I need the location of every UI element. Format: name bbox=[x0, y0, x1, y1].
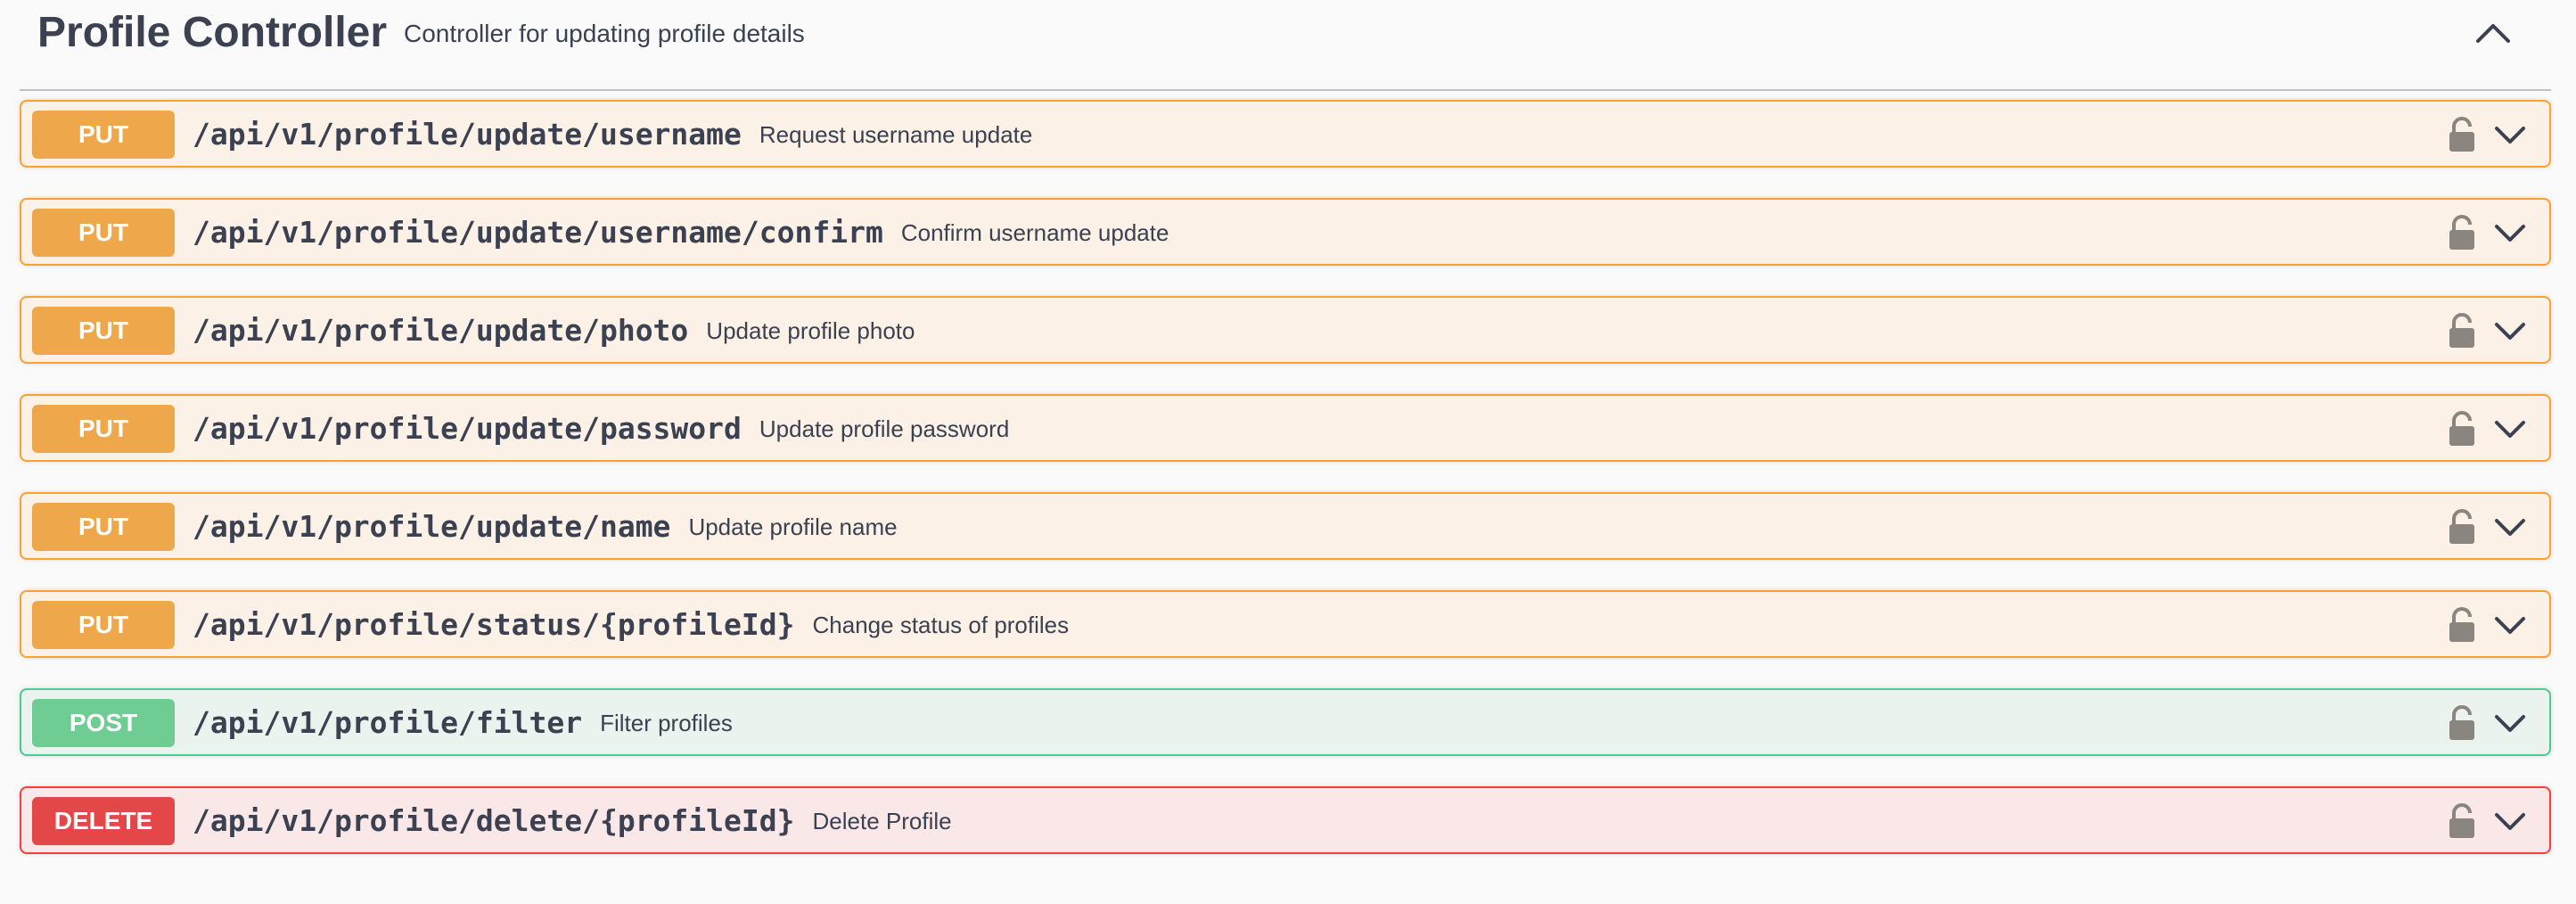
lock-icon[interactable] bbox=[2448, 312, 2476, 349]
section-header[interactable]: Profile Controller Controller for updati… bbox=[20, 0, 2551, 91]
method-badge: PUT bbox=[32, 307, 175, 355]
chevron-up-icon[interactable] bbox=[2471, 12, 2515, 52]
operation-summary[interactable]: PUT /api/v1/profile/update/name Update pr… bbox=[21, 494, 2549, 558]
operation-path-line: /api/v1/profile/update/password Update pr… bbox=[193, 409, 1009, 448]
operation-path-line: /api/v1/profile/delete/{profileId} Delete… bbox=[193, 801, 952, 841]
operation-summary[interactable]: PUT /api/v1/profile/update/photo Update p… bbox=[21, 298, 2549, 362]
method-badge: PUT bbox=[32, 405, 175, 453]
operation-path: /api/v1/profile/update/password bbox=[193, 411, 742, 446]
operation-path: /api/v1/profile/filter bbox=[193, 705, 583, 740]
chevron-down-icon[interactable] bbox=[2492, 316, 2528, 346]
operations-list: PUT /api/v1/profile/update/username Reque… bbox=[20, 100, 2551, 884]
chevron-down-icon[interactable] bbox=[2492, 610, 2528, 640]
method-badge: POST bbox=[32, 699, 175, 747]
operation-summary[interactable]: PUT /api/v1/profile/update/username/conf… bbox=[21, 200, 2549, 264]
operation-summary[interactable]: POST /api/v1/profile/filter Filter profil… bbox=[21, 690, 2549, 754]
lock-icon[interactable] bbox=[2448, 116, 2476, 153]
operation-block: PUT /api/v1/profile/update/password Updat… bbox=[20, 394, 2551, 462]
operation-block: DELETE /api/v1/profile/delete/{profileId… bbox=[20, 786, 2551, 854]
profile-controller-section: Profile Controller Controller for updati… bbox=[20, 0, 2551, 854]
section-description: Controller for updating profile details bbox=[404, 20, 805, 47]
operation-path-line: /api/v1/profile/status/{profileId} Change… bbox=[193, 605, 1069, 645]
method-badge: PUT bbox=[32, 503, 175, 551]
operation-block: PUT /api/v1/profile/update/photo Update p… bbox=[20, 296, 2551, 364]
operation-block: PUT /api/v1/profile/status/{profileId} Ch… bbox=[20, 590, 2551, 658]
operation-block: PUT /api/v1/profile/update/username Reque… bbox=[20, 100, 2551, 168]
operation-summary[interactable]: PUT /api/v1/profile/status/{profileId} Ch… bbox=[21, 592, 2549, 656]
operation-summary[interactable]: PUT /api/v1/profile/update/username Reque… bbox=[21, 102, 2549, 166]
operation-path: /api/v1/profile/status/{profileId} bbox=[193, 607, 795, 642]
lock-icon[interactable] bbox=[2448, 508, 2476, 546]
operation-description: Update profile photo bbox=[706, 317, 915, 344]
operation-description: Filter profiles bbox=[600, 710, 733, 736]
operation-path: /api/v1/profile/update/name bbox=[193, 509, 671, 544]
method-badge: PUT bbox=[32, 209, 175, 257]
lock-icon[interactable] bbox=[2448, 802, 2476, 840]
chevron-down-icon[interactable] bbox=[2492, 218, 2528, 248]
lock-icon[interactable] bbox=[2448, 704, 2476, 742]
chevron-down-icon[interactable] bbox=[2492, 806, 2528, 836]
lock-icon[interactable] bbox=[2448, 214, 2476, 251]
operation-path-line: /api/v1/profile/update/name Update profil… bbox=[193, 507, 898, 547]
operation-path-line: /api/v1/profile/update/username/confirm C… bbox=[193, 213, 1169, 252]
chevron-down-icon[interactable] bbox=[2492, 414, 2528, 444]
method-badge: DELETE bbox=[32, 797, 175, 845]
operation-description: Update profile password bbox=[759, 415, 1010, 442]
operation-summary[interactable]: PUT /api/v1/profile/update/password Updat… bbox=[21, 396, 2549, 460]
chevron-down-icon[interactable] bbox=[2492, 708, 2528, 738]
operation-path: /api/v1/profile/update/photo bbox=[193, 313, 689, 348]
operation-block: POST /api/v1/profile/filter Filter profil… bbox=[20, 688, 2551, 756]
lock-icon[interactable] bbox=[2448, 410, 2476, 448]
operation-block: PUT /api/v1/profile/update/username/conf… bbox=[20, 198, 2551, 266]
operation-path-line: /api/v1/profile/update/username Request u… bbox=[193, 115, 1032, 154]
operation-path: /api/v1/profile/update/username/confirm bbox=[193, 215, 883, 250]
operation-description: Delete Profile bbox=[812, 808, 952, 834]
operation-path-line: /api/v1/profile/update/photo Update profi… bbox=[193, 311, 915, 350]
operation-description: Confirm username update bbox=[900, 219, 1169, 246]
operation-summary[interactable]: DELETE /api/v1/profile/delete/{profileId… bbox=[21, 788, 2549, 852]
operation-path: /api/v1/profile/update/username bbox=[193, 117, 742, 152]
operation-description: Request username update bbox=[759, 121, 1033, 148]
method-badge: PUT bbox=[32, 111, 175, 159]
operation-path-line: /api/v1/profile/filter Filter profiles bbox=[193, 703, 733, 743]
section-title: Profile Controller bbox=[37, 9, 388, 56]
method-badge: PUT bbox=[32, 601, 175, 649]
operation-path: /api/v1/profile/delete/{profileId} bbox=[193, 803, 795, 838]
chevron-down-icon[interactable] bbox=[2492, 119, 2528, 150]
operation-description: Change status of profiles bbox=[812, 612, 1070, 638]
chevron-down-icon[interactable] bbox=[2492, 512, 2528, 542]
operation-description: Update profile name bbox=[688, 514, 898, 540]
operation-block: PUT /api/v1/profile/update/name Update pr… bbox=[20, 492, 2551, 560]
lock-icon[interactable] bbox=[2448, 606, 2476, 644]
